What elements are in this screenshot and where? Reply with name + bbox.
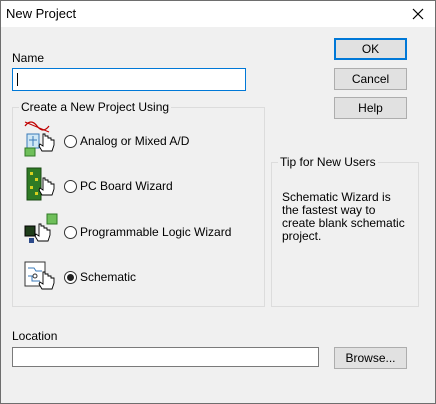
schematic-icon [24,261,55,290]
name-label: Name [12,51,45,65]
window-title: New Project [6,6,77,21]
option-analog-label[interactable]: Analog or Mixed A/D [80,134,189,148]
title-bar: New Project [1,1,435,27]
location-input[interactable] [12,347,319,367]
location-label: Location [12,329,58,343]
option-schematic-radio[interactable] [64,271,77,284]
name-input[interactable] [12,68,246,91]
option-analog-radio[interactable] [64,135,77,148]
help-button[interactable]: Help [334,97,407,119]
project-type-group: Create a New Project Using Analog or Mix… [12,100,265,307]
text-caret [17,73,18,86]
option-pcboard-label[interactable]: PC Board Wizard [80,179,173,193]
option-logic-radio[interactable] [64,226,77,239]
option-schematic-label[interactable]: Schematic [80,270,136,284]
tip-group: Tip for New Users Schematic Wizard is th… [271,155,419,307]
option-pcboard-radio[interactable] [64,180,77,193]
ok-button[interactable]: OK [334,38,407,60]
close-icon[interactable] [407,3,429,25]
tip-legend: Tip for New Users [278,155,378,169]
analog-mixed-icon [24,121,55,157]
option-logic-label[interactable]: Programmable Logic Wizard [80,225,231,239]
new-project-dialog: New Project Name OK Cancel Help Create a… [0,0,436,404]
browse-button[interactable]: Browse... [334,347,407,369]
programmable-logic-icon [24,213,58,243]
radio-selected-dot [67,274,74,281]
cancel-button[interactable]: Cancel [334,68,407,90]
pc-board-icon [26,167,55,201]
tip-text: Schematic Wizard is the fastest way to c… [282,190,405,243]
project-type-legend: Create a New Project Using [19,100,172,114]
dialog-body: Name OK Cancel Help Create a New Project… [1,27,435,403]
